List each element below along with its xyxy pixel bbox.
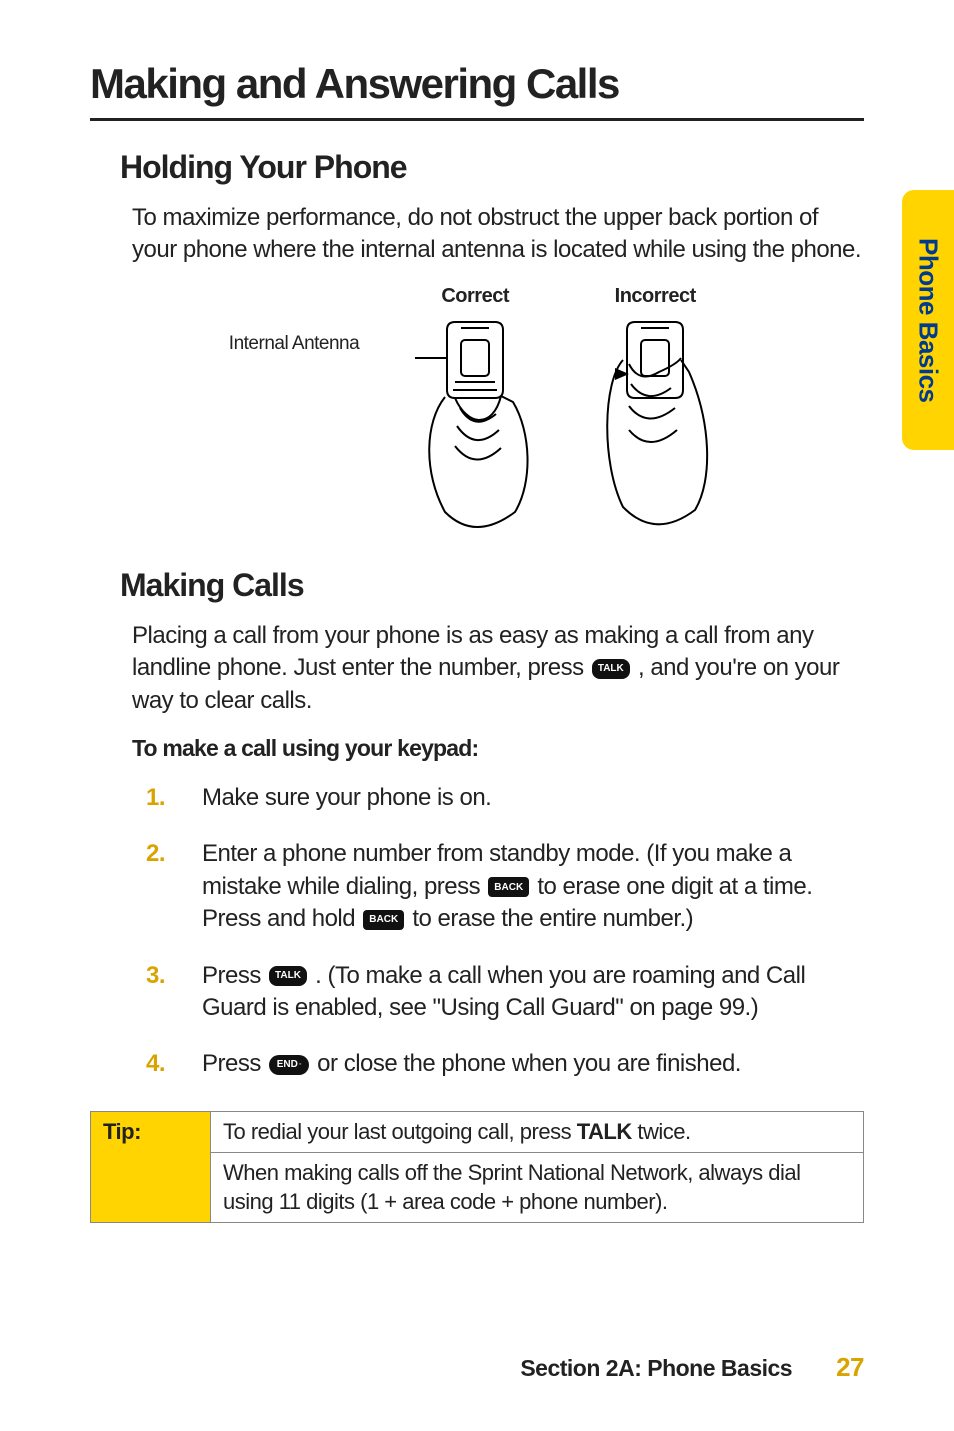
step-2-c: to erase the entire number.) xyxy=(406,905,693,932)
tip-label: Tip: xyxy=(91,1111,211,1223)
footer-section: Section 2A: Phone Basics xyxy=(520,1355,792,1382)
tip-row-1-bold: TALK xyxy=(577,1119,632,1144)
step-4-b: or close the phone when you are finished… xyxy=(311,1050,741,1077)
end-key-icon: END◦ xyxy=(269,1055,309,1075)
page-title: Making and Answering Calls xyxy=(90,60,864,121)
tip-row-1: To redial your last outgoing call, press… xyxy=(211,1111,864,1153)
making-paragraph: Placing a call from your phone is as eas… xyxy=(132,620,864,717)
back-key-icon: BACK xyxy=(488,877,529,897)
step-4: Press END◦ or close the phone when you a… xyxy=(146,1048,864,1104)
step-3: Press TALK . (To make a call when you ar… xyxy=(146,960,864,1049)
page-content: Making and Answering Calls Holding Your … xyxy=(0,0,954,1263)
illustration-row: Internal Antenna Correct Incorr xyxy=(90,285,864,547)
tip-box: Tip: To redial your last outgoing call, … xyxy=(90,1111,864,1224)
illustration-correct: Correct xyxy=(405,285,545,547)
step-4-a: Press xyxy=(202,1050,267,1077)
phone-hand-correct-icon xyxy=(405,312,545,542)
tip-row-1-b: twice. xyxy=(632,1119,691,1144)
back-key-icon: BACK xyxy=(363,910,404,930)
steps-lead: To make a call using your keypad: xyxy=(132,735,864,762)
illustration-incorrect: Incorrect xyxy=(585,285,725,547)
illustration-correct-label: Correct xyxy=(405,285,545,308)
step-1: Make sure your phone is on. xyxy=(146,782,864,838)
talk-key-icon: TALK xyxy=(592,659,630,679)
section-holding-heading: Holding Your Phone xyxy=(120,149,864,186)
step-2: Enter a phone number from standby mode. … xyxy=(146,838,864,959)
tip-row-1-a: To redial your last outgoing call, press xyxy=(223,1119,577,1144)
side-tab-label: Phone Basics xyxy=(913,238,944,403)
footer-page-number: 27 xyxy=(836,1352,864,1383)
page-footer: Section 2A: Phone Basics 27 xyxy=(520,1352,864,1383)
section-making-heading: Making Calls xyxy=(120,567,864,604)
tip-row-2: When making calls off the Sprint Nationa… xyxy=(211,1153,864,1223)
illustration-incorrect-label: Incorrect xyxy=(585,285,725,308)
steps-list: Make sure your phone is on. Enter a phon… xyxy=(146,782,864,1105)
internal-antenna-label: Internal Antenna xyxy=(229,285,365,547)
phone-hand-incorrect-icon xyxy=(585,312,725,542)
talk-key-icon: TALK xyxy=(269,966,307,986)
step-3-a: Press xyxy=(202,962,267,989)
holding-paragraph: To maximize performance, do not obstruct… xyxy=(132,202,864,267)
side-tab: Phone Basics xyxy=(902,190,954,450)
